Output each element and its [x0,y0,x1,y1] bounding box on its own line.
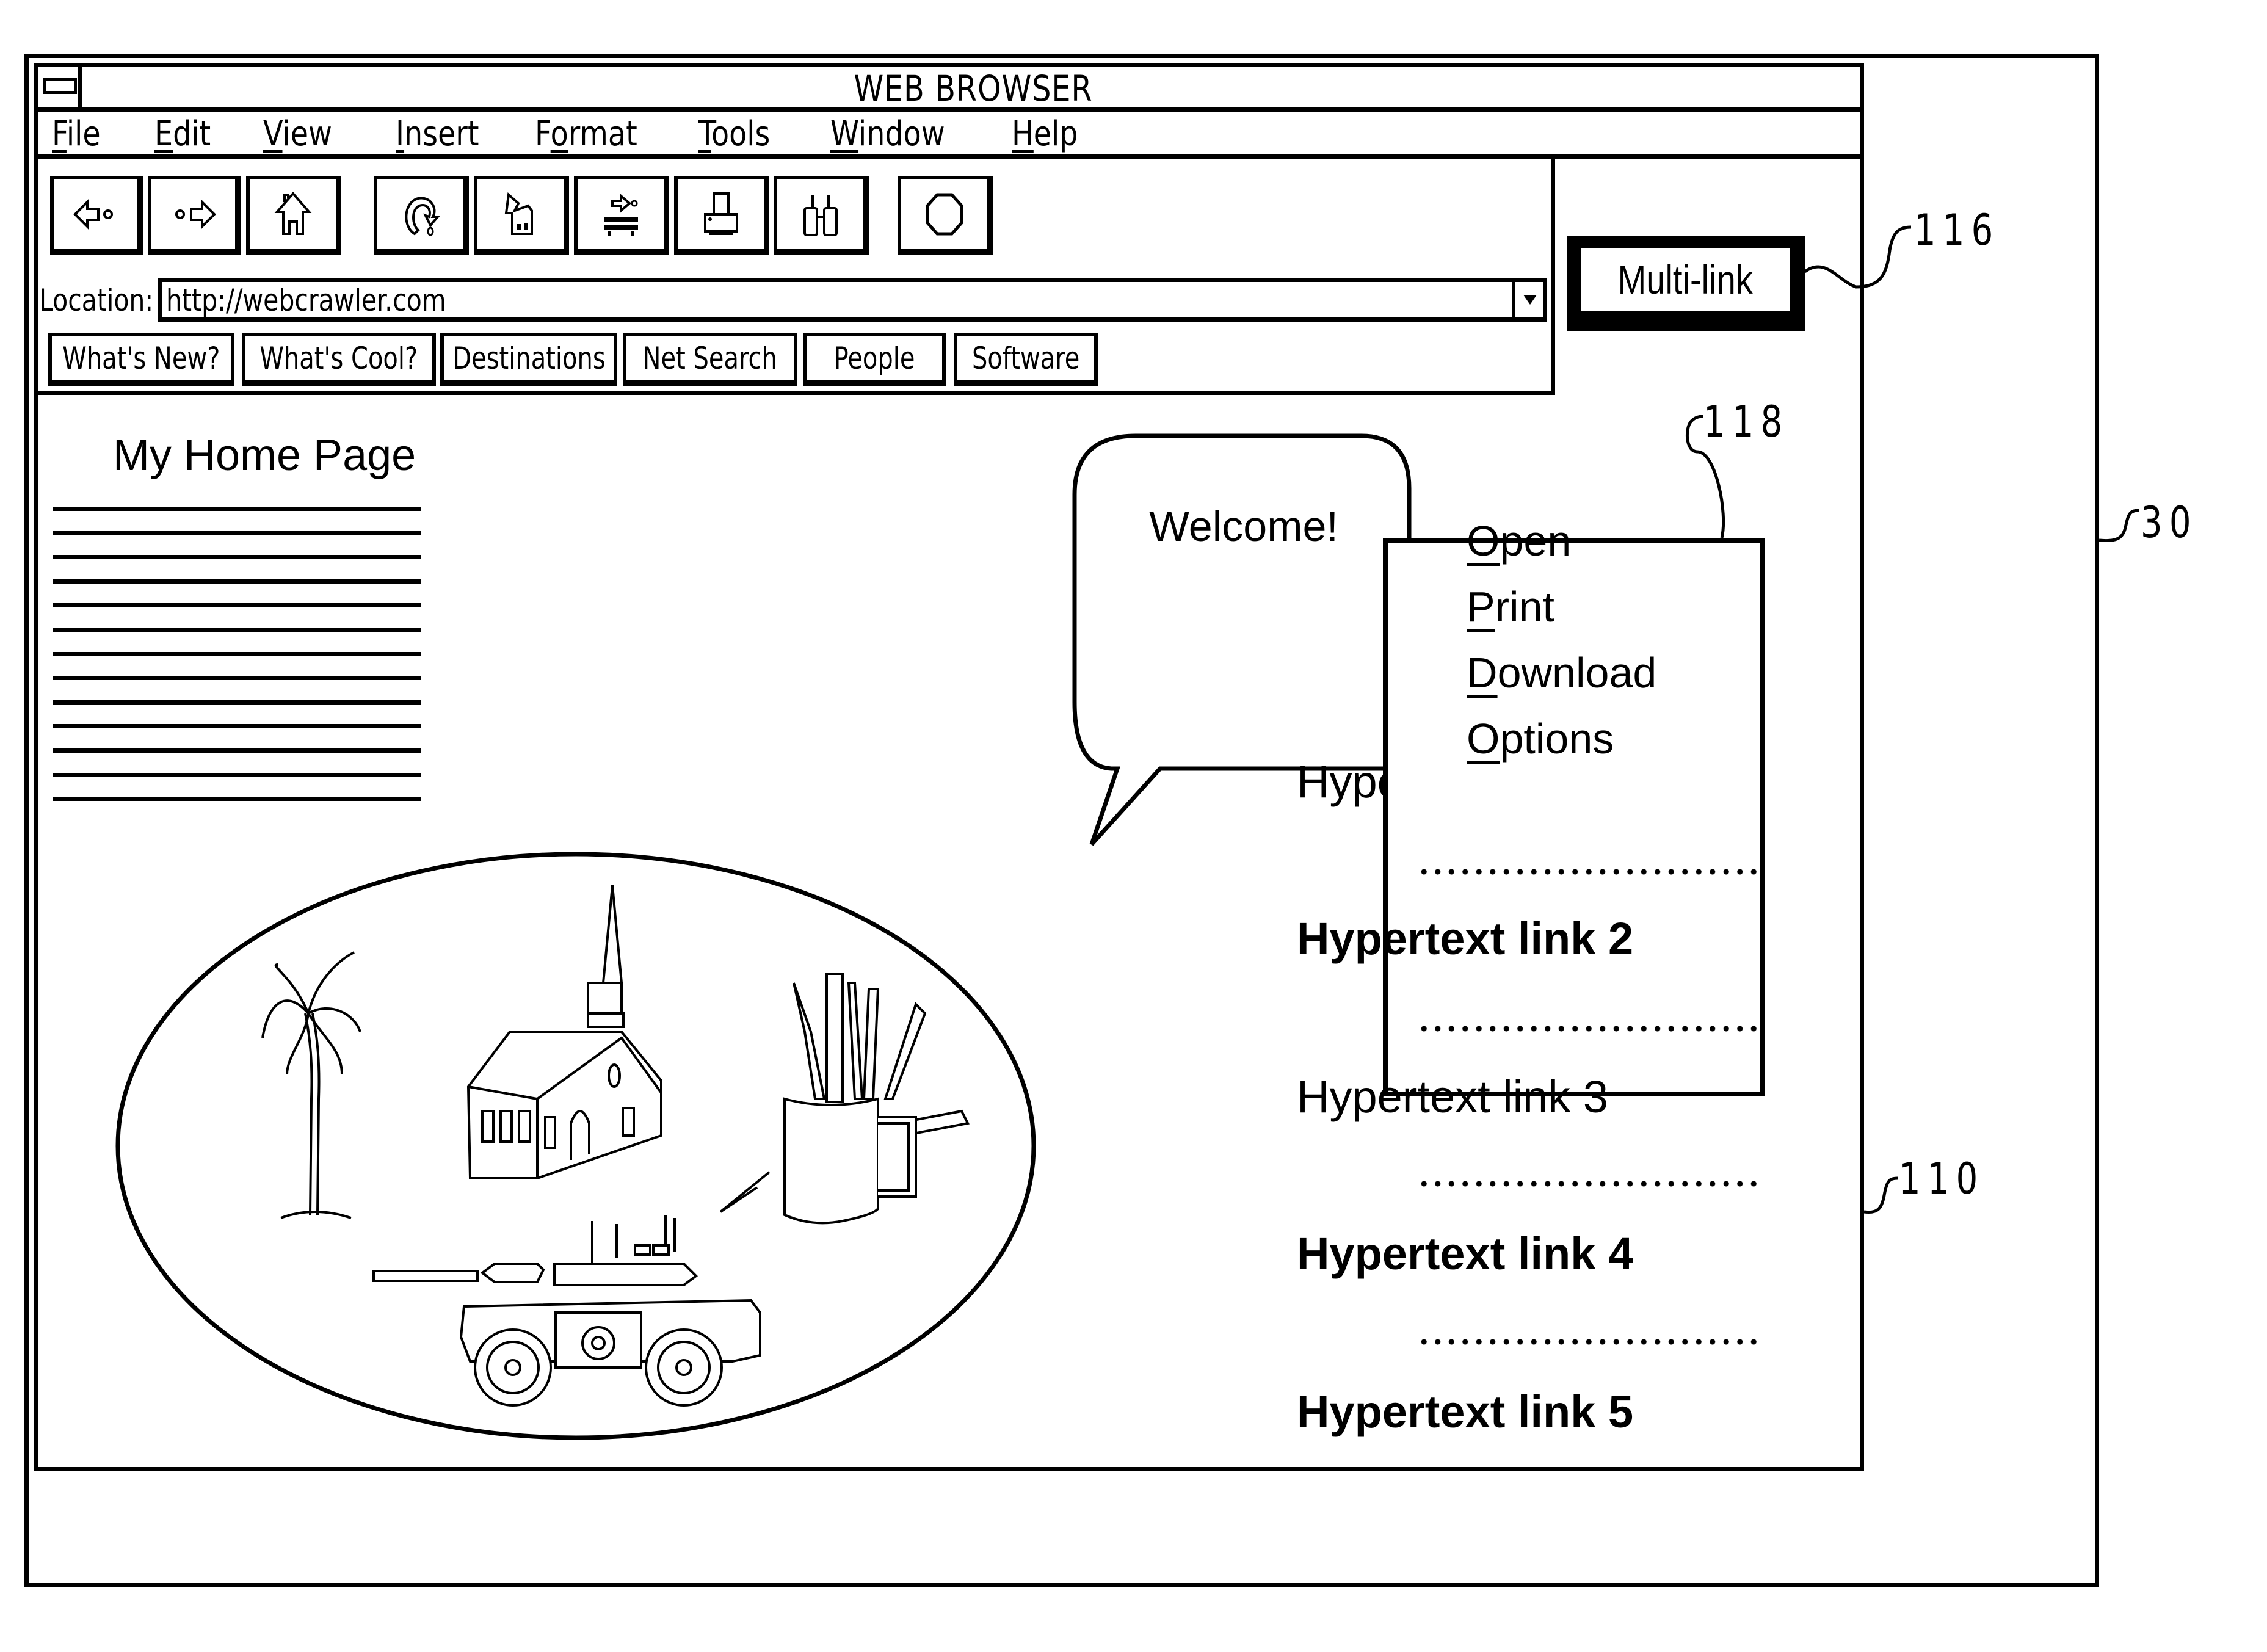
system-menu-icon [43,78,77,94]
window-title: WEB BROWSER [854,68,1093,109]
binoculars-icon [803,195,838,236]
whats-cool-button[interactable]: What's Cool? [242,333,436,386]
text-line [53,651,421,656]
location-dropdown-button[interactable] [1512,281,1545,319]
popup-item-download[interactable]: Download [1467,648,1656,697]
page-title: My Home Page [113,431,416,480]
find-button[interactable] [774,176,869,255]
text-line [53,555,421,560]
dropdown-triangle-icon [1523,295,1537,305]
hypertext-link-4[interactable]: Hypertext link 4 [1297,1228,1633,1280]
popup-item-options[interactable]: Options [1467,714,1614,763]
leader-30 [2098,509,2140,543]
stop-button[interactable] [898,176,993,255]
back-button[interactable] [50,176,143,255]
text-line [53,700,421,705]
menu-format[interactable]: Format [535,114,637,155]
menu-file[interactable]: File [52,114,101,155]
text-line [53,772,421,777]
text-line [53,797,421,802]
print-button[interactable] [674,176,769,255]
menu-edit[interactable]: Edit [154,114,211,155]
multilink-button[interactable]: Multi-link [1578,245,1792,314]
back-arrow-icon [73,199,113,230]
whats-new-button[interactable]: What's New? [48,333,234,386]
hypertext-link-5[interactable]: Hypertext link 5 [1297,1386,1633,1438]
images-icon [504,192,533,235]
text-line [53,531,421,535]
dotted-separator [1417,1025,1761,1032]
ref-numeral-30: 30 [2141,498,2198,548]
printer-icon [703,192,738,235]
ref-numeral-116: 116 [1914,205,2000,255]
dotted-separator [1417,1180,1761,1187]
home-button[interactable] [246,176,341,255]
ref-numeral-110: 110 [1899,1154,1985,1204]
text-line [53,676,421,681]
people-button[interactable]: People [803,333,946,386]
hypertext-link-2[interactable]: Hypertext link 2 [1297,913,1633,965]
home-icon [274,191,311,235]
stop-octagon-icon [926,193,963,236]
text-line [53,579,421,584]
menu-help[interactable]: Help [1012,114,1078,155]
open-location-icon [603,193,638,236]
ref-numeral-118: 118 [1703,397,1790,447]
destinations-button[interactable]: Destinations [440,333,617,386]
text-line [53,628,421,632]
dotted-separator [1417,1338,1761,1346]
popup-item-open[interactable]: Open [1467,516,1571,565]
hypertext-link-3[interactable]: Hypertext link 3 [1297,1071,1608,1123]
location-label: Location: [39,283,154,318]
text-line [53,748,421,753]
popup-item-print[interactable]: Print [1467,582,1554,631]
location-value[interactable]: http://webcrawler.com [166,282,446,319]
reload-icon [405,197,440,236]
menu-window[interactable]: Window [830,114,945,155]
open-button[interactable] [574,176,669,255]
text-line [53,724,421,729]
multilink-popup-menu [1383,538,1765,1096]
text-line [53,603,421,608]
forward-arrow-icon [175,199,216,230]
welcome-text: Welcome! [1149,502,1338,550]
menu-tools[interactable]: Tools [698,114,770,155]
forward-button[interactable] [148,176,241,255]
menu-view[interactable]: View [263,114,332,155]
software-button[interactable]: Software [954,333,1098,386]
net-search-button[interactable]: Net Search [623,333,797,386]
images-button[interactable] [474,176,569,255]
text-line [53,507,421,511]
dotted-separator [1417,868,1761,875]
menu-insert[interactable]: Insert [396,114,479,155]
reload-button[interactable] [374,176,469,255]
